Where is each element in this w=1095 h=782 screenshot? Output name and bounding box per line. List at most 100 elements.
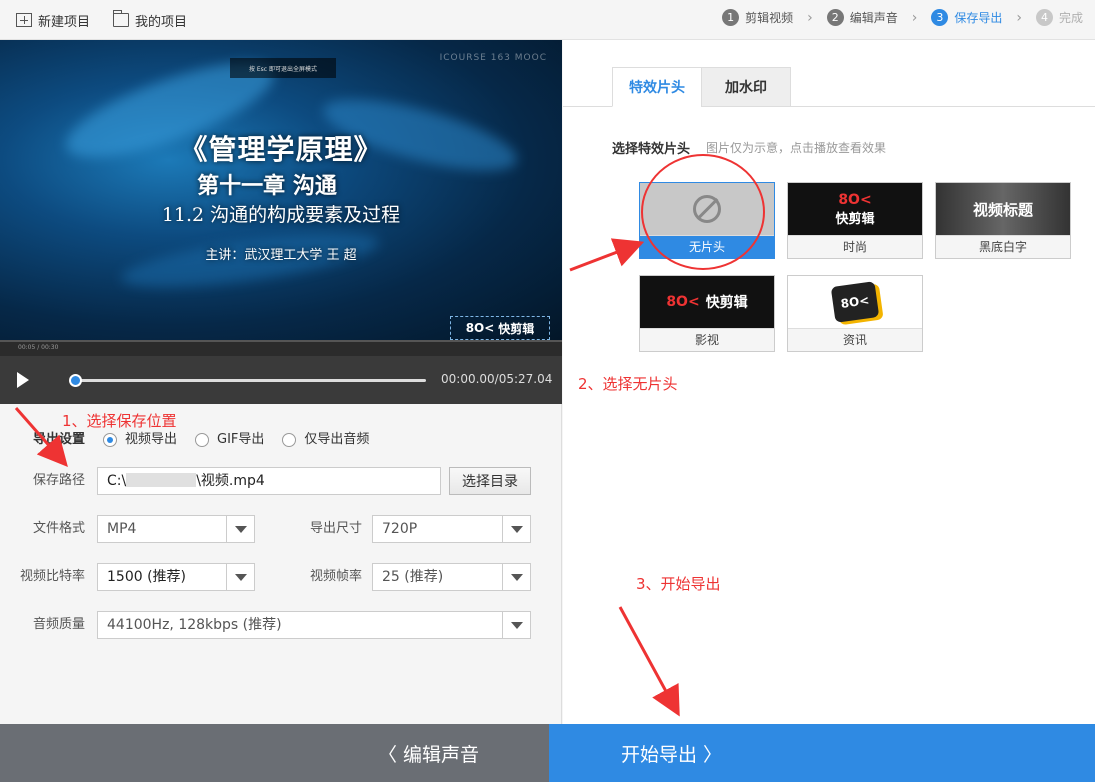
path-suffix: \视频.mp4 bbox=[196, 473, 265, 489]
radio-dot bbox=[195, 433, 210, 447]
format-row: 文件格式 MP4 导出尺寸 720P bbox=[0, 515, 562, 545]
step-label: 保存导出 bbox=[954, 11, 1003, 25]
audio-value: 44100Hz, 128kbps (推荐) bbox=[107, 617, 282, 633]
player-controls: 00:00.00/05:27.04 bbox=[0, 356, 562, 404]
video-lecturer: 主讲：武汉理工大学 王 超 bbox=[205, 248, 357, 263]
left-panel: 按 Esc 即可退出全屏模式 ICOURSE 163 MOOC 《管理学原理》 … bbox=[0, 40, 562, 724]
step-label: 编辑声音 bbox=[849, 11, 898, 25]
chevron-right-icon: › bbox=[911, 9, 918, 26]
chevron-down-icon bbox=[226, 564, 254, 590]
start-export-button[interactable]: 开始导出 〉 bbox=[549, 724, 1095, 782]
play-icon[interactable] bbox=[17, 372, 29, 388]
step-label: 完成 bbox=[1058, 11, 1083, 25]
kuaijianji-logo-overlay[interactable]: 8O< 快剪辑 bbox=[450, 316, 550, 340]
video-chapter: 第十一章 沟通 bbox=[197, 173, 337, 199]
my-projects-button[interactable]: 我的项目 bbox=[113, 10, 187, 30]
tab-effects-intro[interactable]: 特效片头 bbox=[612, 67, 702, 107]
bitrate-select[interactable]: 1500 (推荐) bbox=[97, 563, 255, 591]
fps-label: 视频帧率 bbox=[309, 569, 362, 584]
plus-icon bbox=[16, 13, 32, 27]
annotation-1: 1、选择保存位置 bbox=[62, 412, 177, 430]
intro-card-none[interactable]: 无片头 bbox=[639, 182, 775, 259]
chevron-down-icon bbox=[502, 564, 530, 590]
radio-gif-export[interactable]: GIF导出 bbox=[195, 426, 264, 454]
my-projects-label: 我的项目 bbox=[135, 14, 188, 30]
size-select[interactable]: 720P bbox=[372, 515, 531, 543]
video-section: 11.2 沟通的构成要素及过程 bbox=[161, 204, 401, 226]
seek-track[interactable] bbox=[74, 379, 426, 382]
choose-intro-hint: 图片仅为示意，点击播放查看效果 bbox=[706, 141, 887, 155]
format-value: MP4 bbox=[107, 521, 137, 537]
step-number: 2 bbox=[826, 9, 844, 26]
intro-caption: 时尚 bbox=[788, 235, 922, 258]
logo-text: 快剪辑 bbox=[498, 321, 535, 336]
format-select[interactable]: MP4 bbox=[97, 515, 255, 543]
new-project-label: 新建项目 bbox=[38, 14, 91, 30]
intro-card-black-white[interactable]: 视频标题 黑底白字 bbox=[935, 182, 1071, 259]
esc-hint: 按 Esc 即可退出全屏模式 bbox=[230, 58, 336, 78]
intro-card-news[interactable]: 8O< 资讯 bbox=[787, 275, 923, 352]
path-prefix: C:\ bbox=[107, 473, 127, 489]
step-1[interactable]: 1 剪辑视频 bbox=[722, 9, 793, 26]
new-project-button[interactable]: 新建项目 bbox=[16, 10, 90, 30]
step-2[interactable]: 2 编辑声音 bbox=[826, 9, 898, 26]
chevron-down-icon bbox=[502, 516, 530, 542]
video-title: 《管理学原理》 bbox=[179, 133, 383, 166]
time-readout: 00:00.00/05:27.04 bbox=[441, 372, 553, 386]
tab-watermark[interactable]: 加水印 bbox=[701, 67, 791, 107]
bitrate-row: 视频比特率 1500 (推荐) 视频帧率 25 (推荐) bbox=[0, 563, 562, 593]
intro-card-film[interactable]: 8O< 快剪辑 影视 bbox=[639, 275, 775, 352]
folder-icon bbox=[113, 10, 129, 27]
radio-label: GIF导出 bbox=[217, 432, 265, 447]
radio-audio-only[interactable]: 仅导出音频 bbox=[282, 426, 369, 454]
annotation-2: 2、选择无片头 bbox=[578, 375, 678, 393]
kuaijianji-logo-icon: 8O< bbox=[838, 191, 872, 208]
step-number: 3 bbox=[931, 9, 949, 26]
step-number: 1 bbox=[722, 9, 740, 26]
step-indicator: 1 剪辑视频 › 2 编辑声音 › 3 保存导出 › 4 完成 bbox=[722, 9, 1083, 26]
intro-caption: 黑底白字 bbox=[936, 235, 1070, 258]
choose-directory-button[interactable]: 选择目录 bbox=[449, 467, 531, 495]
format-label: 文件格式 bbox=[32, 521, 85, 536]
back-edit-audio-button[interactable]: 〈 编辑声音 bbox=[0, 724, 549, 782]
chevron-down-icon bbox=[226, 516, 254, 542]
audio-row: 音频质量 44100Hz, 128kbps (推荐) bbox=[0, 611, 562, 641]
bitrate-label: 视频比特率 bbox=[19, 569, 85, 584]
seek-handle[interactable] bbox=[69, 374, 82, 387]
size-value: 720P bbox=[382, 521, 418, 537]
audio-select[interactable]: 44100Hz, 128kbps (推荐) bbox=[97, 611, 531, 639]
intro-thumb bbox=[640, 183, 774, 235]
thumb-text: 快剪辑 bbox=[835, 211, 875, 227]
audio-label: 音频质量 bbox=[32, 617, 85, 632]
save-path-input[interactable]: C:\ \视频.mp4 bbox=[97, 467, 441, 495]
prohibited-icon bbox=[693, 195, 721, 223]
step-3[interactable]: 3 保存导出 bbox=[931, 9, 1002, 26]
kuaijianji-logo-icon: 8O< bbox=[666, 294, 700, 310]
save-path-label: 保存路径 bbox=[32, 473, 85, 488]
intro-card-fashion[interactable]: 8O< 快剪辑 时尚 bbox=[787, 182, 923, 259]
mooc-watermark: ICOURSE 163 MOOC bbox=[439, 53, 547, 63]
save-path-row: 保存路径 C:\ \视频.mp4 选择目录 bbox=[0, 467, 562, 497]
video-preview[interactable]: 按 Esc 即可退出全屏模式 ICOURSE 163 MOOC 《管理学原理》 … bbox=[0, 40, 562, 340]
choose-intro-title: 选择特效片头 bbox=[612, 142, 691, 157]
fps-value: 25 (推荐) bbox=[382, 569, 444, 585]
step-label: 剪辑视频 bbox=[745, 11, 794, 25]
intro-caption: 资讯 bbox=[788, 328, 922, 351]
thumb-text: 视频标题 bbox=[972, 200, 1033, 219]
size-label: 导出尺寸 bbox=[309, 521, 362, 536]
top-toolbar: 新建项目 我的项目 1 剪辑视频 › 2 编辑声音 › 3 保存导出 › 4 完… bbox=[0, 0, 1095, 40]
embedded-time: 00:05 / 00:30 bbox=[18, 344, 59, 351]
chevron-right-icon: › bbox=[1016, 9, 1022, 26]
fps-select[interactable]: 25 (推荐) bbox=[372, 563, 531, 591]
news-logo-icon: 8O< bbox=[830, 281, 880, 323]
intro-caption: 影视 bbox=[640, 328, 774, 351]
step-4: 4 完成 bbox=[1035, 9, 1083, 26]
intro-thumb: 8O< bbox=[788, 276, 922, 328]
embedded-player-bar: 00:05 / 00:30 bbox=[0, 340, 562, 356]
embedded-progress bbox=[0, 340, 562, 342]
annotation-3: 3、开始导出 bbox=[636, 575, 721, 593]
intro-thumb: 8O< 快剪辑 bbox=[640, 276, 774, 328]
intro-thumb: 视频标题 bbox=[936, 183, 1070, 235]
radio-dot bbox=[282, 433, 297, 447]
thumb-text: 快剪辑 bbox=[705, 295, 748, 311]
